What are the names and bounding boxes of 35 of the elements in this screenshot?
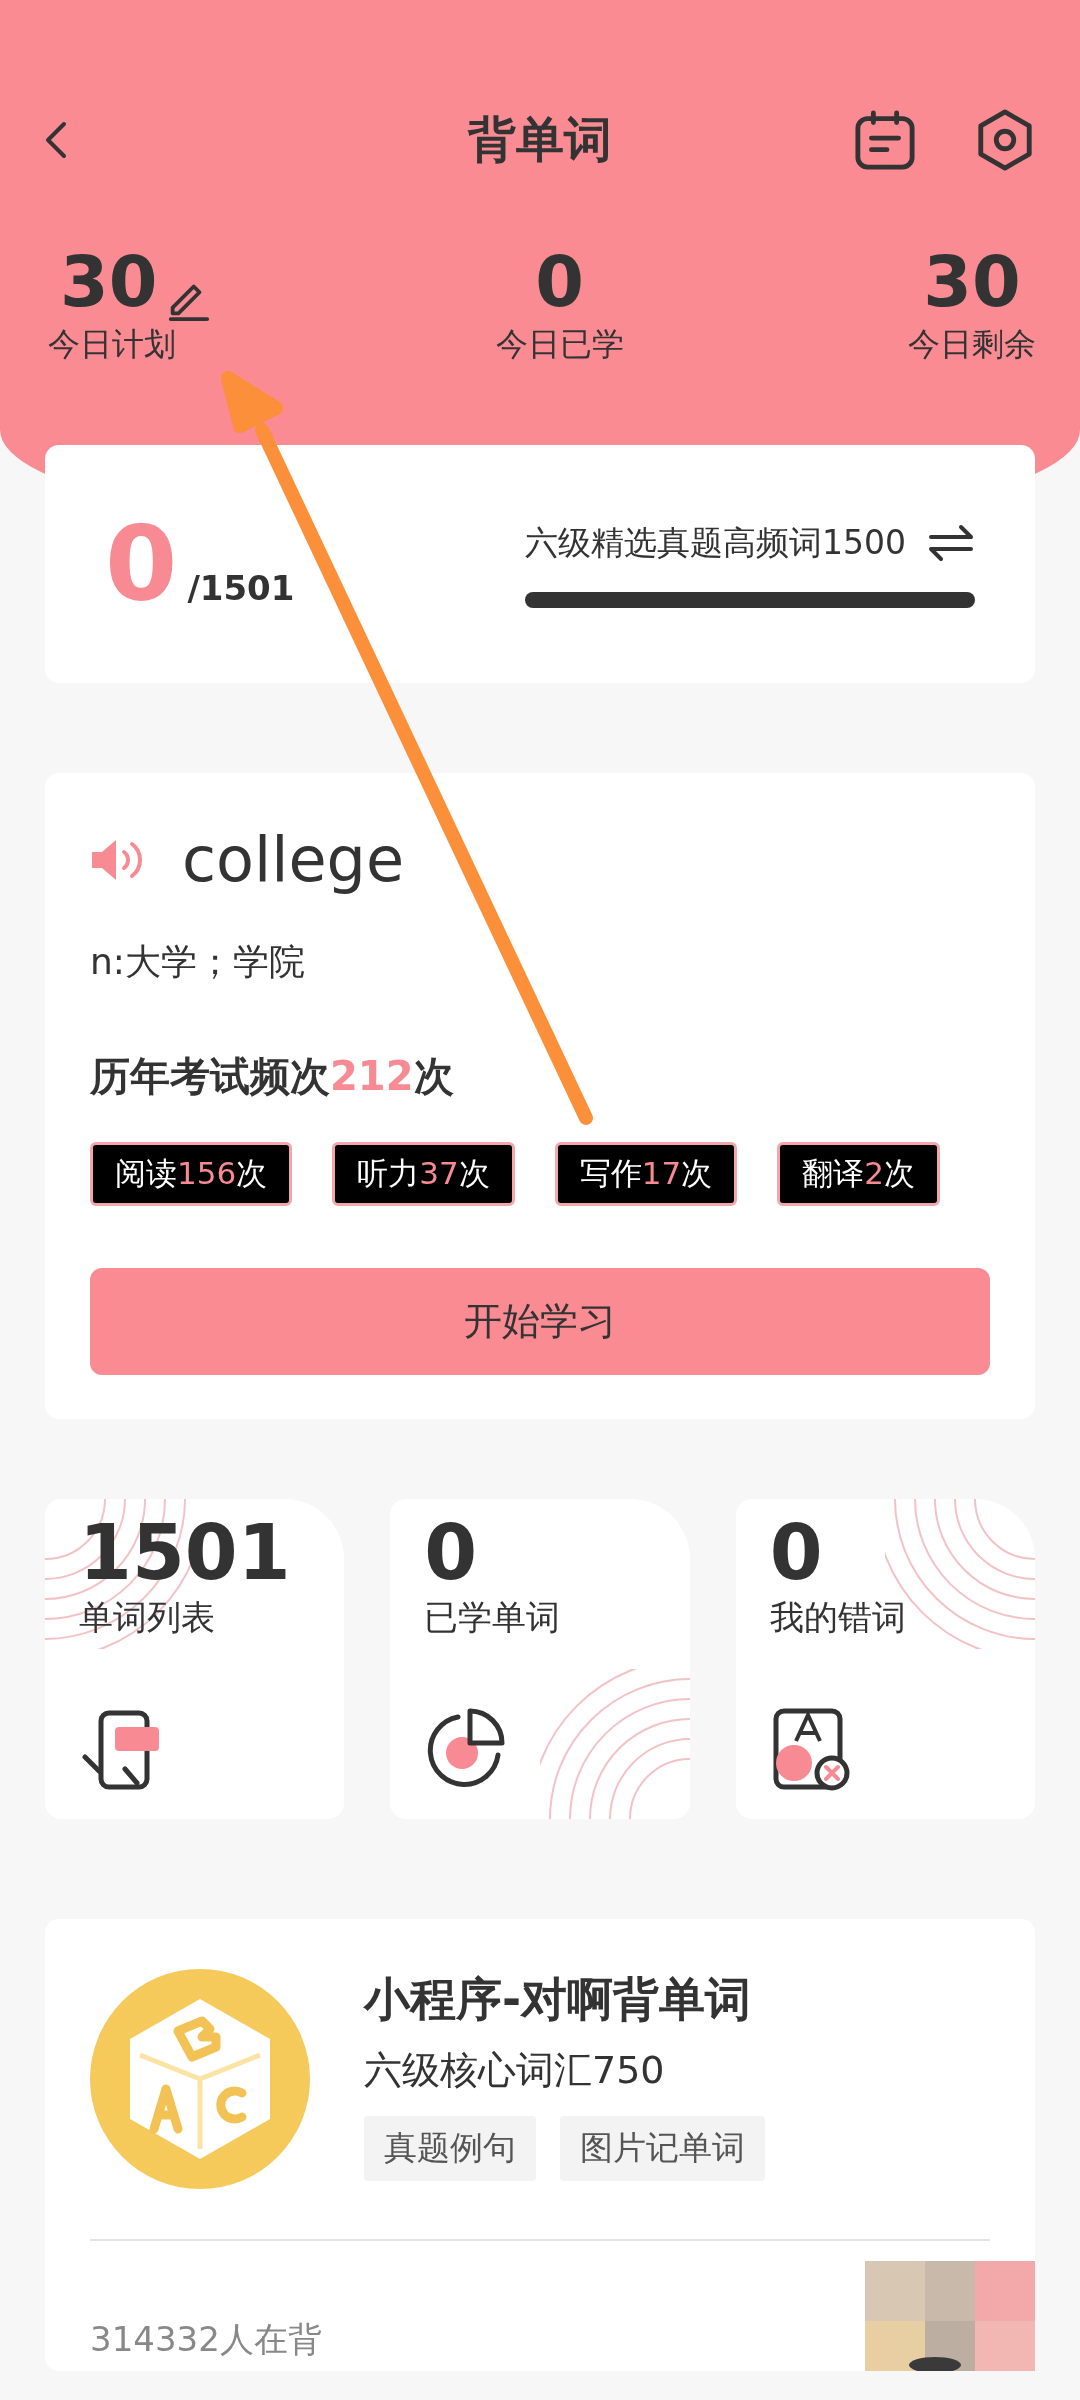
wordbook-name[interactable]: 六级精选真题高频词1500 — [525, 520, 906, 566]
promo-subtitle: 六级核心词汇750 — [364, 2047, 666, 2094]
stat-value: 30 — [923, 244, 1021, 321]
feature-chip: 真题例句 — [364, 2116, 536, 2181]
stat-tile[interactable]: 1501 单词列表 — [45, 1499, 345, 1819]
frequency-tag: 翻译2次 — [777, 1142, 940, 1206]
stat-label: 今日剩余 — [908, 324, 1036, 365]
tile-value: 0 — [424, 1511, 479, 1595]
total-count: /1501 — [187, 568, 295, 608]
calendar-icon[interactable] — [854, 109, 916, 171]
frequency-tag: 写作17次 — [554, 1142, 738, 1206]
frequency-tag: 阅读156次 — [90, 1142, 293, 1206]
stat-tile[interactable]: 0 我的错词 — [735, 1499, 1035, 1819]
stat-value: 0 — [535, 244, 585, 321]
stat-tile[interactable]: 0 已学单词 — [390, 1499, 690, 1819]
frequency-tag: 听力37次 — [332, 1142, 515, 1206]
stat-label: 今日已学 — [495, 324, 624, 365]
tile-value: 0 — [769, 1511, 824, 1595]
word-text: college — [182, 823, 405, 896]
tile-value: 1501 — [79, 1511, 292, 1595]
promo-title: 小程序-对啊背单词 — [364, 1971, 753, 2028]
start-learning-button[interactable]: 开始学习 — [90, 1268, 990, 1375]
tile-label: 已学单词 — [424, 1595, 562, 1639]
exam-frequency: 历年考试频次212次 — [90, 1052, 455, 1101]
word-meaning: n:大学；学院 — [90, 940, 306, 984]
back-icon[interactable] — [44, 120, 68, 160]
tile-label: 我的错词 — [769, 1595, 907, 1639]
tile-label: 单词列表 — [79, 1595, 216, 1639]
learned-count: 0 — [105, 503, 178, 625]
stat-label: 今日计划 — [48, 324, 176, 365]
swap-icon[interactable] — [927, 523, 975, 563]
learner-count: 314332人在背 — [90, 2318, 322, 2361]
page-title: 背单词 — [468, 110, 612, 169]
feature-chip: 图片记单词 — [560, 2116, 765, 2181]
stat-value: 30 — [60, 244, 158, 321]
